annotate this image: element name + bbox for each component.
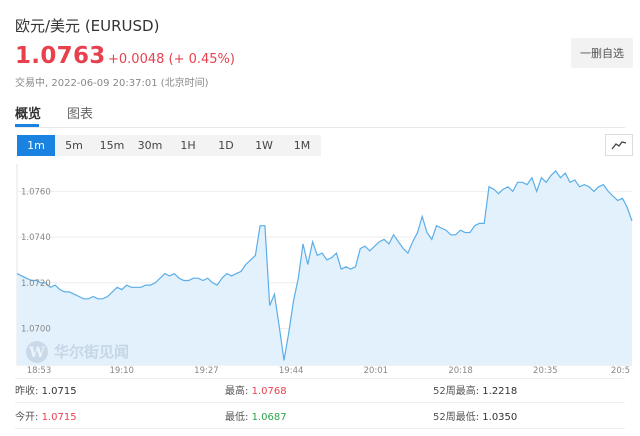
watermark-logo-icon: W bbox=[28, 345, 45, 361]
x-tick-label: 20:35 bbox=[533, 366, 558, 376]
day-low: 最低: 1.0687 bbox=[225, 412, 287, 423]
last-price: 1.0763 bbox=[15, 43, 106, 69]
y-tick-label: 1.0740 bbox=[21, 233, 51, 243]
period-1m[interactable]: 1m bbox=[17, 135, 55, 156]
instrument-title: 欧元/美元 (EURUSD) bbox=[15, 17, 160, 35]
tab-chart[interactable]: 图表 bbox=[67, 103, 93, 122]
y-tick-label: 1.0720 bbox=[21, 279, 51, 289]
period-selector: 1m 5m 15m 30m 1H 1D 1W 1M bbox=[17, 135, 321, 156]
x-tick-label: 19:27 bbox=[194, 366, 219, 376]
tab-overview[interactable]: 概览 bbox=[15, 103, 41, 122]
period-5m[interactable]: 5m bbox=[55, 135, 93, 156]
watermark: W 华尔街见闻 bbox=[26, 341, 129, 363]
y-tick-label: 1.0760 bbox=[21, 187, 51, 197]
period-15m[interactable]: 15m bbox=[93, 135, 131, 156]
x-tick-label: 18:53 bbox=[27, 366, 52, 376]
x-tick-label: 20:01 bbox=[364, 366, 389, 376]
price-chart[interactable]: W 华尔街见闻 1.0700 1.0720 1.0740 1.0760 18:53 19… bbox=[0, 160, 640, 376]
prev-close: 昨收: 1.0715 bbox=[15, 386, 77, 397]
chart-type-toggle[interactable] bbox=[605, 134, 633, 156]
period-1w[interactable]: 1W bbox=[245, 135, 283, 156]
watermark-text: 华尔街见闻 bbox=[54, 343, 129, 361]
period-1d[interactable]: 1D bbox=[207, 135, 245, 156]
stats-row-2: 今开: 1.0715 最低: 1.0687 52周最低: 1.0350 bbox=[0, 408, 640, 430]
price-change: +0.0048 (+ 0.45%) bbox=[108, 52, 235, 67]
x-tick-label: 20:18 bbox=[448, 366, 473, 376]
x-tick-label: 19:44 bbox=[279, 366, 304, 376]
price-area bbox=[17, 170, 632, 365]
period-30m[interactable]: 30m bbox=[131, 135, 169, 156]
x-tick-label: 20:5 bbox=[611, 366, 630, 376]
trading-status: 交易中, 2022-06-09 20:37:01 (北京时间) bbox=[15, 78, 209, 89]
week52-low: 52周最低: 1.0350 bbox=[433, 412, 518, 423]
period-1mo[interactable]: 1M bbox=[283, 135, 321, 156]
y-tick-label: 1.0700 bbox=[21, 324, 51, 334]
line-chart-icon bbox=[611, 141, 627, 150]
today-open: 今开: 1.0715 bbox=[15, 412, 77, 423]
week52-high: 52周最高: 1.2218 bbox=[433, 386, 518, 397]
period-1h[interactable]: 1H bbox=[169, 135, 207, 156]
x-axis-labels: 18:53 19:10 19:27 19:44 20:01 20:18 20:35 20:5 bbox=[27, 366, 630, 376]
remove-watchlist-button[interactable]: 一删自选 bbox=[571, 38, 633, 68]
x-tick-label: 19:10 bbox=[109, 366, 134, 376]
stats-row-1: 昨收: 1.0715 最高: 1.0768 52周最高: 1.2218 bbox=[0, 382, 640, 404]
day-high: 最高: 1.0768 bbox=[225, 386, 287, 397]
active-tab-indicator bbox=[15, 124, 39, 127]
view-tabs: 概览 图表 bbox=[15, 102, 625, 128]
